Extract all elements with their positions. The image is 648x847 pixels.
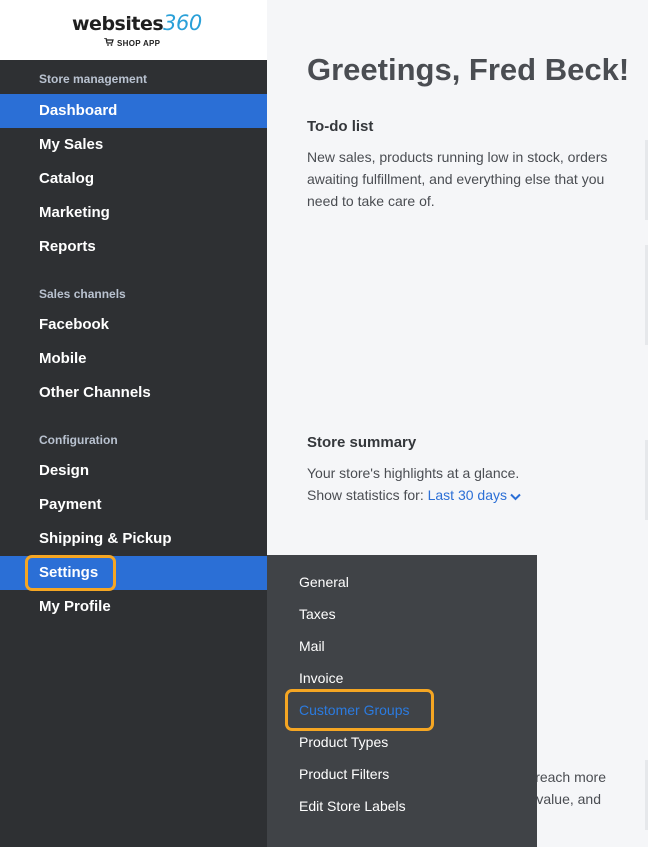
sidebar-item-my-profile[interactable]: My Profile bbox=[0, 590, 267, 624]
stats-period-dropdown[interactable]: Last 30 days bbox=[428, 487, 521, 503]
sidebar-item-other-channels[interactable]: Other Channels bbox=[0, 376, 267, 410]
store-summary-description: Your store's highlights at a glance. Sho… bbox=[307, 462, 632, 507]
submenu-item-edit-store-labels[interactable]: Edit Store Labels bbox=[299, 798, 406, 814]
submenu-item-product-types[interactable]: Product Types bbox=[299, 734, 388, 750]
logo-text: websites bbox=[72, 13, 164, 35]
sidebar-item-design[interactable]: Design bbox=[0, 454, 267, 488]
stats-row: Show statistics for: Last 30 days bbox=[307, 484, 632, 507]
chevron-down-icon bbox=[510, 485, 521, 507]
settings-highlight bbox=[25, 555, 116, 591]
sidebar-item-my-sales[interactable]: My Sales bbox=[0, 128, 267, 162]
section-store-management: Store management bbox=[39, 72, 148, 86]
store-summary-title: Store summary bbox=[307, 434, 417, 451]
logo-subtitle-text: SHOP APP bbox=[117, 39, 161, 48]
sidebar-item-reports[interactable]: Reports bbox=[0, 230, 267, 264]
todo-desc-line: New sales, products running low in stock… bbox=[307, 149, 608, 165]
submenu-item-mail[interactable]: Mail bbox=[299, 638, 325, 654]
sidebar-item-catalog[interactable]: Catalog bbox=[0, 162, 267, 196]
submenu-item-product-filters[interactable]: Product Filters bbox=[299, 766, 389, 782]
todo-title: To-do list bbox=[307, 118, 374, 135]
section-configuration: Configuration bbox=[39, 433, 118, 447]
todo-desc-line: awaiting fulfillment, and everything els… bbox=[307, 171, 605, 187]
customer-groups-highlight bbox=[285, 689, 434, 731]
page-title: Greetings, Fred Beck! bbox=[307, 52, 630, 87]
submenu-item-general[interactable]: General bbox=[299, 574, 349, 590]
sidebar-item-shipping-pickup[interactable]: Shipping & Pickup bbox=[0, 522, 267, 556]
submenu-item-taxes[interactable]: Taxes bbox=[299, 606, 336, 622]
todo-desc-line: need to take care of. bbox=[307, 193, 435, 209]
submenu-item-invoice[interactable]: Invoice bbox=[299, 670, 343, 686]
stats-period-label: Last 30 days bbox=[427, 487, 507, 503]
logo-number: 360 bbox=[163, 11, 202, 35]
sidebar-item-marketing[interactable]: Marketing bbox=[0, 196, 267, 230]
logo: websites360 bbox=[72, 11, 202, 35]
sidebar-item-dashboard[interactable]: Dashboard bbox=[0, 94, 267, 128]
cart-icon bbox=[104, 37, 114, 48]
sidebar-item-mobile[interactable]: Mobile bbox=[0, 342, 267, 376]
summary-desc-line: Your store's highlights at a glance. bbox=[307, 465, 520, 481]
logo-subtitle: SHOP APP bbox=[104, 37, 161, 48]
todo-description: New sales, products running low in stock… bbox=[307, 146, 632, 212]
sidebar-item-payment[interactable]: Payment bbox=[0, 488, 267, 522]
stats-label: Show statistics for: bbox=[307, 487, 424, 503]
logo-area[interactable]: websites360 SHOP APP bbox=[0, 0, 267, 60]
section-sales-channels: Sales channels bbox=[39, 287, 126, 301]
sidebar-item-facebook[interactable]: Facebook bbox=[0, 308, 267, 342]
